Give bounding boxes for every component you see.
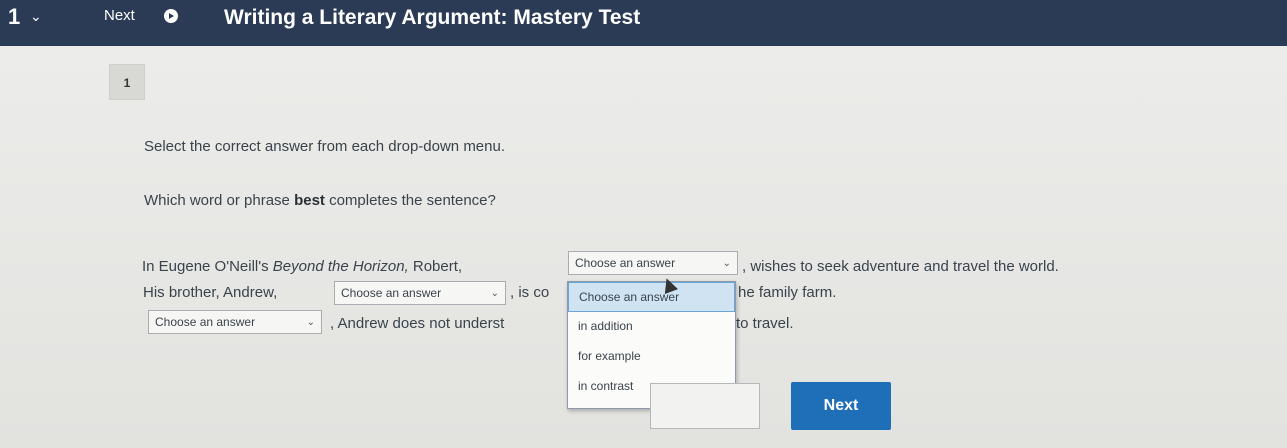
top-bar: 1 ⌄ Next Writing a Literary Argument: Ma… xyxy=(0,0,1287,46)
chevron-down-icon: ⌄ xyxy=(722,257,731,269)
question-prompt: Which word or phrase best completes the … xyxy=(144,192,496,209)
brand-number: 1 xyxy=(8,4,21,29)
sentence-line-2: His brother, Andrew, xyxy=(143,284,278,301)
sentence-line-1: In Eugene O'Neill's Beyond the Horizon, … xyxy=(142,258,463,275)
sentence-line-1-end: , wishes to seek adventure and travel th… xyxy=(742,258,1059,275)
main-content: 1 Select the correct answer from each dr… xyxy=(0,46,1287,448)
play-icon[interactable] xyxy=(164,9,178,23)
dropdown-option[interactable]: Choose an answer xyxy=(568,282,735,312)
emphasis-word: best xyxy=(294,192,325,209)
answer-box[interactable] xyxy=(650,383,760,429)
dropdown-option[interactable]: in addition xyxy=(568,312,735,342)
sentence-line-3: , Andrew does not underst xyxy=(330,315,505,332)
question-number: 1 xyxy=(109,64,145,100)
page-title: Writing a Literary Argument: Mastery Tes… xyxy=(224,6,641,29)
answer-select-2[interactable]: Choose an answer ⌄ xyxy=(334,281,506,305)
answer-select-1[interactable]: Choose an answer ⌄ xyxy=(568,251,738,275)
next-button[interactable]: Next xyxy=(791,382,891,430)
sentence-line-3-end: to travel. xyxy=(736,315,794,332)
sentence-line-2-end: he family farm. xyxy=(738,284,837,301)
chevron-down-icon: ⌄ xyxy=(306,316,315,328)
chevron-down-icon[interactable]: ⌄ xyxy=(30,8,42,25)
instruction-text: Select the correct answer from each drop… xyxy=(144,138,506,155)
chevron-down-icon: ⌄ xyxy=(490,287,499,299)
sentence-line-2-mid: , is co xyxy=(510,284,550,301)
answer-select-3[interactable]: Choose an answer ⌄ xyxy=(148,310,322,334)
next-top-button[interactable]: Next xyxy=(104,7,135,24)
dropdown-option[interactable]: for example xyxy=(568,342,735,372)
